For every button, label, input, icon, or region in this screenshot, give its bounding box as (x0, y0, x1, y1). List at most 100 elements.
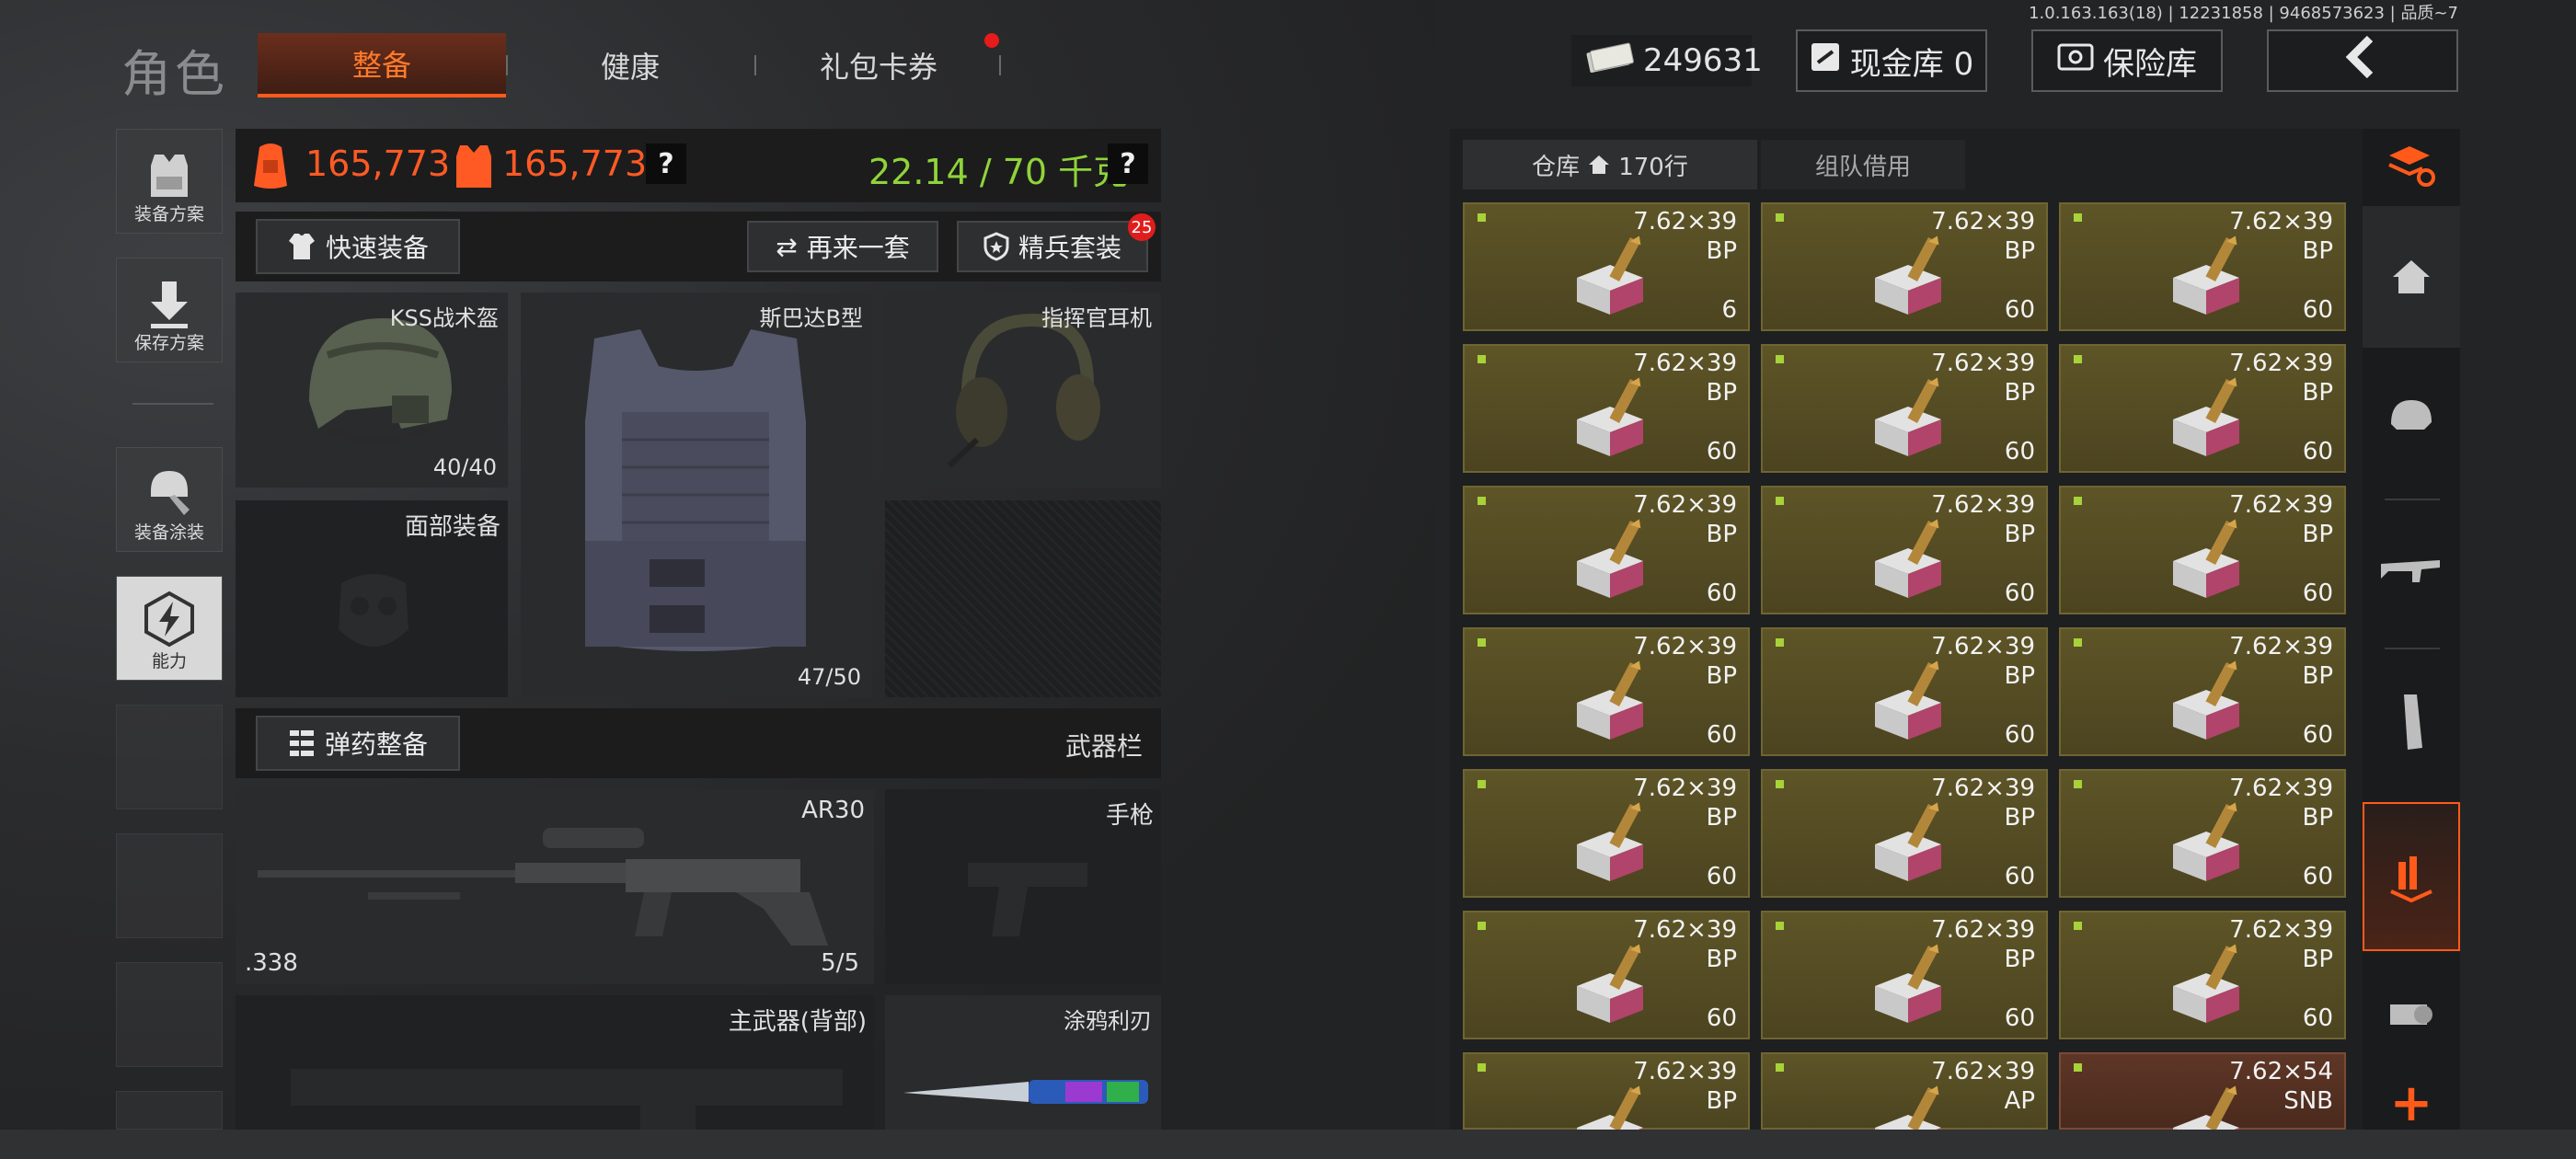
refresh-icon: ⇄ (776, 231, 798, 262)
inventory-item[interactable]: 7.62×39 BP 60 (2059, 769, 2346, 898)
inventory-item[interactable]: 7.62×39 BP 60 (1463, 911, 1750, 1039)
inventory-item[interactable]: 7.62×39 BP 60 (1761, 344, 2048, 473)
ammo-type: BP (2004, 946, 2035, 973)
empty-slot (885, 500, 1161, 697)
helmet-name: KSS战术盔 (389, 305, 499, 331)
headset-name: 指挥官耳机 (1041, 305, 1152, 331)
tab-equip[interactable]: 整备 (258, 33, 506, 98)
face-slot[interactable]: 面部装备 (236, 500, 508, 697)
inventory-item[interactable]: 7.62×39 BP 6 (1463, 202, 1750, 331)
help-button[interactable]: ? (646, 143, 686, 184)
tab-health[interactable]: 健康 (515, 33, 745, 98)
back-button[interactable] (2267, 29, 2458, 92)
ammo-equip-button[interactable]: 弹药整备 (256, 716, 460, 771)
safe-vault-button[interactable]: 保险库 (2031, 29, 2223, 92)
ammo-type: BP (2302, 662, 2333, 690)
filter-ammo-button[interactable] (2363, 802, 2460, 951)
ammo-box-icon (2173, 944, 2239, 1023)
headset-slot[interactable]: 指挥官耳机 (885, 293, 1161, 488)
inventory-item[interactable]: 7.62×39 BP 60 (2059, 344, 2346, 473)
ammo-caliber: 7.62×39 (1633, 633, 1737, 660)
ammo-box-icon (1875, 377, 1941, 456)
weight-help-button[interactable]: ? (1108, 143, 1148, 184)
butterfly-knife-image (903, 1080, 1148, 1104)
primary-weapon-slot[interactable]: AR30 .338 5/5 (236, 789, 874, 984)
add-filter-button[interactable]: + (2363, 1076, 2460, 1131)
ammo-caliber: 7.62×39 (1931, 208, 2035, 235)
ability-button[interactable]: 能力 (116, 576, 223, 681)
armor-slot[interactable]: 斯巴达B型 47/50 (521, 293, 872, 697)
new-item-marker (1478, 213, 1486, 222)
face-slot-label: 面部装备 (404, 513, 500, 541)
ammo-box-icon (1577, 235, 1643, 315)
inventory-item[interactable]: 7.62×39 BP 60 (1761, 486, 2048, 614)
inventory-item[interactable]: 7.62×39 BP 60 (2059, 911, 2346, 1039)
tab-storage[interactable]: 仓库 170行 (1463, 140, 1757, 189)
ammo-caliber: 7.62×39 (2229, 491, 2333, 519)
inventory-item[interactable]: 7.62×39 BP 60 (1463, 344, 1750, 473)
ammo-caliber: 7.62×39 (2229, 350, 2333, 377)
inventory-item[interactable]: 7.62×39 BP 60 (1761, 769, 2048, 898)
right-filter-sidebar: + (2363, 129, 2460, 1131)
back-weapon-slot[interactable]: 主武器(背部) (236, 995, 874, 1130)
tab-gifts[interactable]: 礼包卡券 (764, 33, 994, 98)
new-item-marker (1776, 355, 1784, 363)
new-item-marker (1478, 922, 1486, 930)
inventory-item[interactable]: 7.62×39 BP 60 (1463, 627, 1750, 756)
ammo-quantity: 60 (1706, 438, 1737, 465)
inventory-item[interactable]: 7.62×39 BP 60 (1761, 627, 2048, 756)
page-title: 角色 (121, 45, 228, 103)
inventory-item[interactable]: 7.62×39 BP (1463, 1052, 1750, 1159)
save-plan-button[interactable]: 保存方案 (116, 258, 223, 362)
back-arrow-icon (2340, 35, 2385, 87)
filter-scope-button[interactable] (2363, 953, 2460, 1073)
inventory-item[interactable]: 7.62×39 BP 60 (2059, 627, 2346, 756)
elite-set-button[interactable]: 精兵套装 (957, 221, 1148, 272)
filter-helmet-button[interactable] (2363, 350, 2460, 484)
empty-menu-slot (116, 962, 223, 1067)
inventory-item[interactable]: 7.62×39 BP 60 (1463, 486, 1750, 614)
download-icon (151, 281, 188, 328)
pistol-slot[interactable]: 手枪 (885, 789, 1161, 984)
new-item-marker (2074, 780, 2082, 788)
backpack-value-icon (250, 140, 291, 195)
inventory-item[interactable]: 7.62×39 BP 60 (1761, 202, 2048, 331)
helmet-slot[interactable]: KSS战术盔 40/40 (236, 293, 508, 488)
primary-ammo-count: 5/5 (821, 949, 859, 977)
equipment-paint-button[interactable]: 装备涂装 (116, 447, 223, 552)
sort-layers-button[interactable] (2363, 129, 2460, 204)
helmet-durability: 40/40 (432, 454, 497, 480)
again-label: 再来一套 (806, 233, 910, 263)
stats-bar: 165,773 165,773 ? 22.14 / 70 千克 ? (236, 129, 1161, 202)
inventory-item[interactable]: 7.62×39 AP (1761, 1052, 2048, 1159)
loadout-plan-button[interactable]: 装备方案 (116, 129, 223, 234)
ammo-quantity: 60 (2004, 580, 2035, 607)
quick-equip-button[interactable]: 快速装备 (256, 219, 460, 274)
rifle-icon (2381, 560, 2440, 582)
ammo-quantity: 60 (2302, 438, 2333, 465)
inventory-item[interactable]: 7.62×39 BP 60 (2059, 486, 2346, 614)
filter-rifle-button[interactable] (2363, 506, 2460, 640)
ammo-box-icon (1577, 660, 1643, 740)
ammo-caliber: 7.62×39 (1931, 775, 2035, 802)
armor-value: 165,773 (502, 143, 648, 184)
inventory-item[interactable]: 7.62×39 BP 60 (1463, 769, 1750, 898)
melee-slot[interactable]: 涂鸦利刃 (885, 995, 1161, 1130)
filter-home-button[interactable] (2363, 206, 2460, 348)
ammo-type: BP (1706, 804, 1737, 832)
ammo-box-icon (1875, 944, 1941, 1023)
cash-vault-button[interactable]: 现金库 0 (1796, 29, 1987, 92)
inventory-item[interactable]: 7.62×54 SNB (2059, 1052, 2346, 1159)
ammo-type: BP (2004, 237, 2035, 265)
ammo-type: BP (1706, 946, 1737, 973)
tab-team-borrow[interactable]: 组队借用 (1761, 140, 1965, 189)
inventory-item[interactable]: 7.62×39 BP 60 (2059, 202, 2346, 331)
money-value: 249631 (1643, 42, 1763, 79)
inventory-item[interactable]: 7.62×39 BP 60 (1761, 911, 2048, 1039)
melee-name: 涂鸦利刃 (1064, 1008, 1152, 1034)
filter-magazine-button[interactable] (2363, 655, 2460, 789)
ammo-equip-label: 弹药整备 (324, 729, 428, 760)
again-button[interactable]: ⇄ 再来一套 (747, 221, 938, 272)
ammo-type: BP (1706, 1087, 1737, 1115)
ammo-quantity: 6 (1721, 296, 1737, 324)
